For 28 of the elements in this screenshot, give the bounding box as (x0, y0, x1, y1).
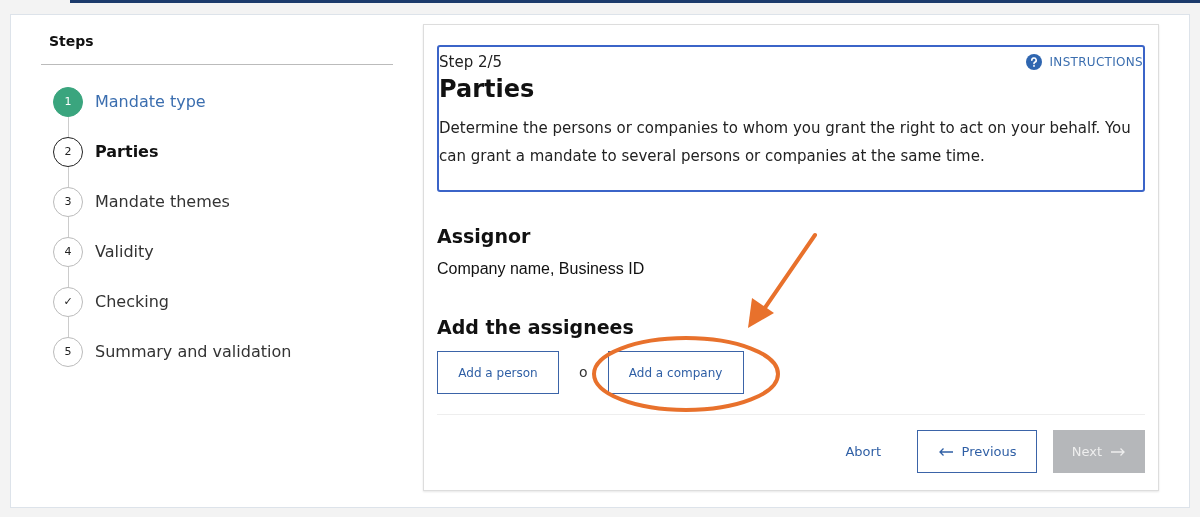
step-marker: 2 (53, 137, 83, 167)
right-arrow-icon (1110, 446, 1127, 457)
steps-heading: Steps (48, 32, 95, 51)
step-label[interactable]: Parties (95, 140, 159, 164)
assignor-heading: Assignor (437, 224, 532, 249)
step-marker: 3 (53, 187, 83, 217)
step-label[interactable]: Validity (95, 240, 154, 264)
add-company-button[interactable]: Add a company (607, 351, 744, 394)
step-marker: 5 (53, 337, 83, 367)
page-title: Parties (439, 73, 536, 104)
instructions-link[interactable]: INSTRUCTIONS (1025, 53, 1143, 72)
help-icon (1025, 54, 1042, 71)
abort-link[interactable]: Abort (845, 441, 881, 462)
assignor-value: Company name, Business ID (437, 258, 646, 279)
add-person-button[interactable]: Add a person (437, 351, 559, 394)
left-arrow-icon (937, 446, 954, 457)
step-label[interactable]: Checking (95, 290, 169, 314)
step-marker: ✓ (53, 287, 83, 317)
page-description: Determine the persons or companies to whom you grant the right to act on your behalf. You can grant a mandate to several persons or companies at the same time. (439, 117, 1132, 167)
assignees-heading: Add the assignees (437, 314, 635, 340)
separator-text: o (579, 363, 588, 382)
step-label[interactable]: Mandate themes (95, 190, 230, 214)
step-marker: 4 (53, 237, 83, 267)
step-label[interactable]: Mandate type (95, 90, 206, 114)
previous-button[interactable]: Previous (917, 430, 1037, 473)
step-counter: Step 2/5 (439, 52, 503, 73)
step-marker: 1 (53, 87, 83, 117)
step-label[interactable]: Summary and validation (95, 340, 292, 364)
